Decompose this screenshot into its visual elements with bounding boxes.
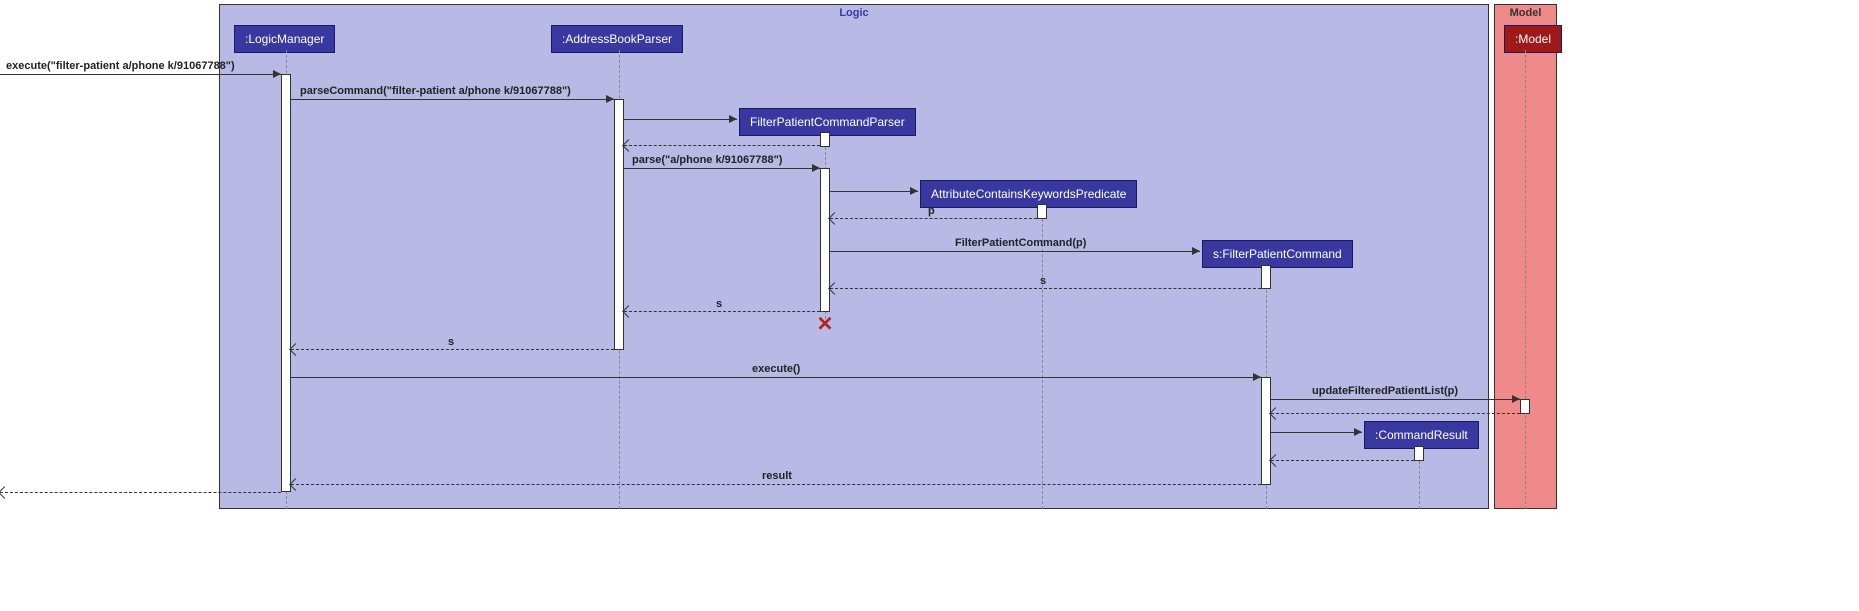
arrowhead-execute2 bbox=[1253, 373, 1261, 381]
msg-s3: s bbox=[448, 336, 454, 348]
filter-command-activation2 bbox=[1261, 377, 1271, 485]
arrow-return-cr bbox=[1271, 460, 1414, 461]
arrow-return-s1 bbox=[830, 288, 1261, 289]
destroy-icon: ✕ bbox=[817, 312, 834, 337]
arrow-result-lm bbox=[291, 484, 1261, 485]
logic-manager-activation bbox=[281, 74, 291, 492]
arrow-return-p bbox=[830, 218, 1037, 219]
attribute-predicate-activation bbox=[1037, 204, 1047, 219]
model-activation bbox=[1520, 399, 1530, 414]
msg-execute1: execute("filter-patient a/phone k/910677… bbox=[6, 60, 235, 72]
arrowhead-parsecommand bbox=[606, 95, 614, 103]
filter-patient-command-box: s:FilterPatientCommand bbox=[1202, 240, 1353, 268]
arrow-execute1 bbox=[0, 74, 281, 75]
arrow-final-return bbox=[0, 492, 281, 493]
model-title: Model bbox=[1510, 7, 1542, 19]
arrowhead-create-cr bbox=[1354, 428, 1362, 436]
arrow-create-fpc bbox=[830, 251, 1200, 252]
arrow-execute2 bbox=[291, 377, 1261, 378]
arrow-return-model bbox=[1271, 413, 1520, 414]
logic-manager-box: :LogicManager bbox=[234, 25, 335, 53]
model-lifeline bbox=[1525, 50, 1526, 509]
filter-parser-activation1 bbox=[820, 132, 830, 147]
arrow-parsecommand bbox=[291, 99, 614, 100]
arrow-create-acp bbox=[830, 191, 918, 192]
msg-fpc: FilterPatientCommand(p) bbox=[955, 237, 1086, 249]
attribute-predicate-lifeline bbox=[1042, 204, 1043, 509]
arrow-parse bbox=[624, 168, 820, 169]
logic-title: Logic bbox=[839, 7, 868, 19]
arrowhead-parse bbox=[812, 164, 820, 172]
filter-parser-activation2 bbox=[820, 168, 830, 312]
filter-command-activation1 bbox=[1261, 265, 1271, 289]
address-book-parser-box: :AddressBookParser bbox=[551, 25, 683, 53]
arrow-return-s3 bbox=[291, 349, 614, 350]
msg-p: p bbox=[928, 205, 935, 217]
msg-parsecommand: parseCommand("filter-patient a/phone k/9… bbox=[300, 85, 571, 97]
arrow-create-cr bbox=[1271, 432, 1362, 433]
msg-s2: s bbox=[716, 298, 722, 310]
arrowhead-create-fpcp bbox=[729, 115, 737, 123]
msg-parse: parse("a/phone k/91067788") bbox=[632, 154, 782, 166]
msg-update: updateFilteredPatientList(p) bbox=[1312, 385, 1458, 397]
arrow-return-s2 bbox=[624, 311, 820, 312]
command-result-box: :CommandResult bbox=[1364, 421, 1479, 449]
model-box: :Model bbox=[1504, 25, 1562, 53]
arrow-create-fpcp bbox=[624, 119, 737, 120]
arrowhead-create-fpc bbox=[1192, 247, 1200, 255]
arrow-update bbox=[1271, 399, 1520, 400]
msg-execute2: execute() bbox=[752, 363, 800, 375]
arrowhead-create-acp bbox=[910, 187, 918, 195]
msg-s1: s bbox=[1040, 275, 1046, 287]
command-result-activation bbox=[1414, 446, 1424, 461]
arrowhead-execute1 bbox=[273, 70, 281, 78]
attribute-predicate-box: AttributeContainsKeywordsPredicate bbox=[920, 180, 1137, 208]
arrowhead-update bbox=[1512, 395, 1520, 403]
msg-result: result bbox=[762, 470, 792, 482]
arrow-return-fpcp bbox=[624, 145, 820, 146]
